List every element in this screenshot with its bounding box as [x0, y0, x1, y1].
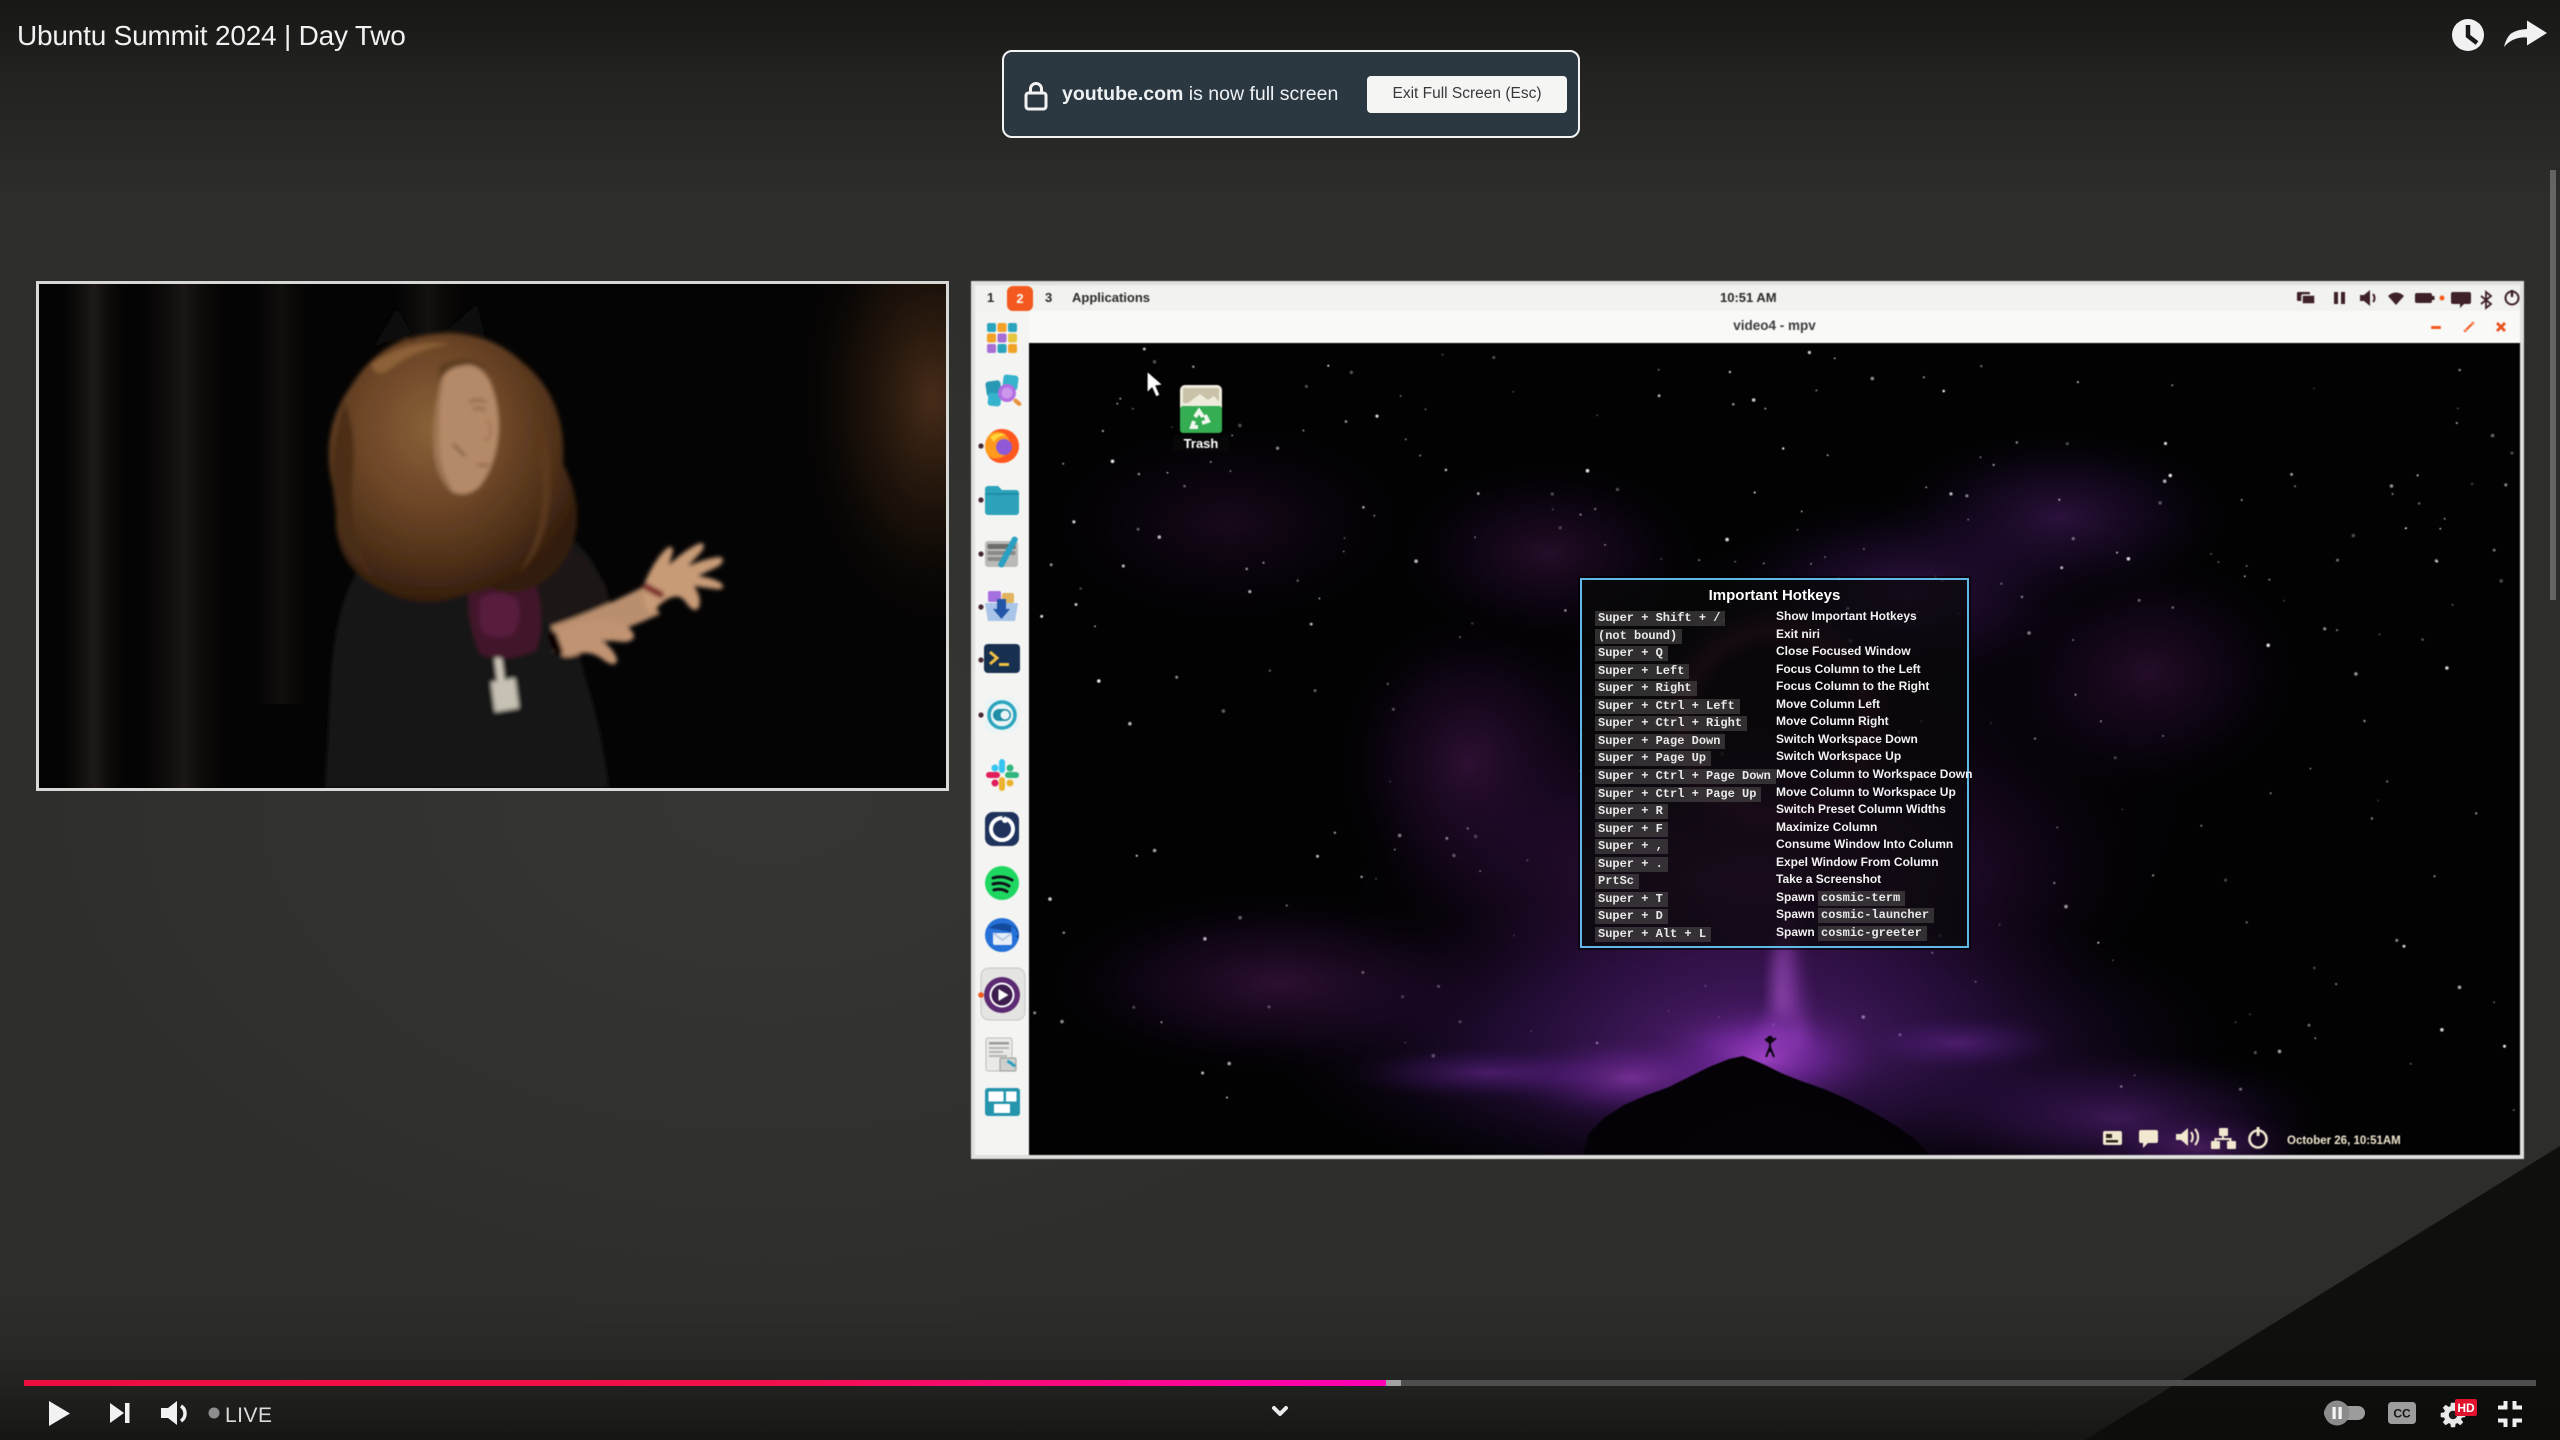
svg-text:CC: CC — [2393, 1407, 2411, 1421]
svg-text:October 26, 10:51AM: October 26, 10:51AM — [2287, 1135, 2401, 1147]
svg-text:Trash: Trash — [1184, 436, 1219, 451]
svg-text:HD: HD — [2457, 1401, 2475, 1415]
